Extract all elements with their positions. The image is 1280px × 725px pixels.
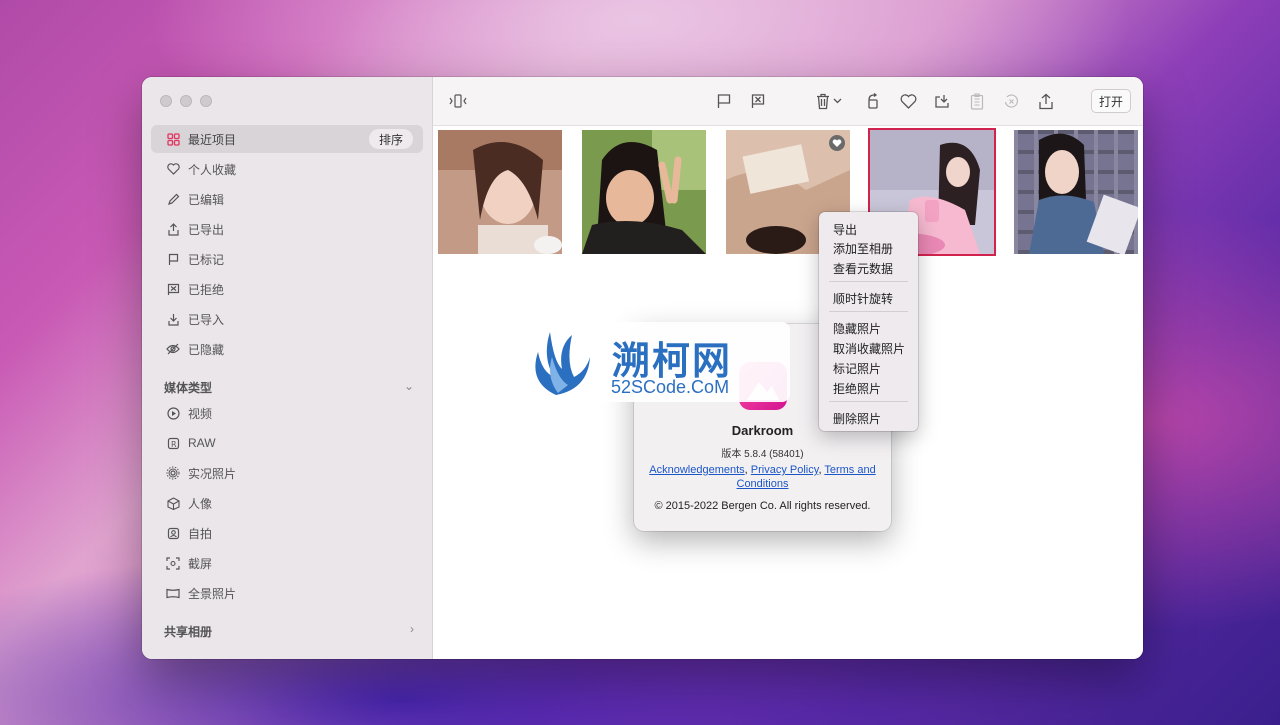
sidebar-item-label: 自拍 <box>188 526 213 541</box>
sidebar-item-favorites[interactable]: 个人收藏 <box>151 155 423 183</box>
menu-item-add-to-album[interactable]: 添加至相册 <box>833 240 893 257</box>
copyright-text: © 2015-2022 Bergen Co. All rights reserv… <box>654 500 871 512</box>
heart-icon[interactable] <box>898 91 918 111</box>
open-button[interactable]: 打开 <box>1090 89 1131 113</box>
window-controls <box>160 95 212 107</box>
menu-item-flag-photo[interactable]: 标记照片 <box>833 360 881 377</box>
import-icon <box>165 311 181 327</box>
sidebar-item-recent[interactable]: 最近项目 排序 <box>151 125 423 153</box>
reject-flag-icon <box>165 281 181 297</box>
sidebar-item-label: 已导入 <box>188 312 225 327</box>
menu-item-view-metadata[interactable]: 查看元数据 <box>833 260 893 277</box>
menu-item-unfavorite[interactable]: 取消收藏照片 <box>833 340 905 357</box>
play-circle-icon <box>165 405 181 421</box>
app-version: 版本 5.8.4 (58401) <box>721 449 804 460</box>
rotate-icon[interactable] <box>863 91 883 111</box>
shared-albums-header[interactable]: 共享相册 <box>164 623 212 640</box>
watermark-subtitle: 52SCode.CoM <box>611 377 730 397</box>
panorama-icon <box>165 585 181 601</box>
sidebar-item-label: 已拒绝 <box>188 282 225 297</box>
grid-icon <box>165 131 181 147</box>
sidebar-item-label: 已标记 <box>188 252 225 267</box>
share-icon[interactable] <box>1036 91 1056 111</box>
menu-item-hide-photo[interactable]: 隐藏照片 <box>833 320 881 337</box>
minimize-window-button[interactable] <box>180 95 192 107</box>
zoom-window-button[interactable] <box>200 95 212 107</box>
photo-thumbnail[interactable] <box>1014 130 1138 254</box>
about-links: Acknowledgements, Privacy Policy, Terms … <box>649 464 876 490</box>
media-types-header[interactable]: 媒体类型 <box>164 379 212 396</box>
chevron-down-icon[interactable]: ⌄ <box>404 379 414 393</box>
heart-icon <box>165 161 181 177</box>
sidebar-item-raw[interactable]: R RAW <box>151 429 423 457</box>
share-icon <box>165 221 181 237</box>
sidebar-item-label: 截屏 <box>188 556 213 571</box>
selfie-icon <box>165 525 181 541</box>
sidebar-item-label: 最近项目 <box>188 132 237 147</box>
sidebar-item-rejected[interactable]: 已拒绝 <box>151 275 423 303</box>
sidebar-item-label: 全景照片 <box>188 586 237 601</box>
cube-icon <box>165 495 181 511</box>
reject-flag-icon[interactable] <box>748 91 768 111</box>
sidebar-item-label: 人像 <box>188 496 213 511</box>
photo-thumbnail[interactable] <box>438 130 562 254</box>
clipboard-icon[interactable] <box>967 91 987 111</box>
sidebar-item-label: 个人收藏 <box>188 162 237 177</box>
sidebar-item-panoramas[interactable]: 全景照片 <box>151 579 423 607</box>
sidebar-item-label: 已导出 <box>188 222 225 237</box>
pencil-icon <box>165 191 181 207</box>
watermark-banner: 溯柯网 52SCode.CoM <box>490 322 790 402</box>
sidebar-item-video[interactable]: 视频 <box>151 399 423 427</box>
photo-thumbnail[interactable] <box>582 130 706 254</box>
close-window-button[interactable] <box>160 95 172 107</box>
privacy-policy-link[interactable]: Privacy Policy <box>751 464 819 476</box>
flag-icon[interactable] <box>714 91 734 111</box>
chevron-right-icon[interactable]: › <box>410 622 414 636</box>
sidebar-item-label: RAW <box>188 436 216 450</box>
toolbar: 打开 <box>433 77 1143 126</box>
sidebar-item-exported[interactable]: 已导出 <box>151 215 423 243</box>
flag-icon <box>165 251 181 267</box>
menu-separator <box>829 311 908 312</box>
acknowledgements-link[interactable]: Acknowledgements <box>649 464 744 476</box>
import-icon[interactable] <box>932 91 952 111</box>
menu-separator <box>829 401 908 402</box>
menu-item-reject-photo[interactable]: 拒绝照片 <box>833 380 881 397</box>
sidebar-item-portrait[interactable]: 人像 <box>151 489 423 517</box>
eye-slash-icon <box>165 341 181 357</box>
trash-icon[interactable] <box>813 91 833 111</box>
sidebar-item-label: 已编辑 <box>188 192 225 207</box>
sidebar-item-flagged[interactable]: 已标记 <box>151 245 423 273</box>
sort-button[interactable]: 排序 <box>368 129 413 149</box>
sidebar-item-label: 实况照片 <box>188 466 237 481</box>
sidebar-item-label: 视频 <box>188 406 213 421</box>
sidebar-item-label: 已隐藏 <box>188 342 225 357</box>
context-menu: 导出 添加至相册 查看元数据 顺时针旋转 隐藏照片 取消收藏照片 标记照片 拒绝… <box>819 212 918 431</box>
chevron-down-icon[interactable] <box>831 91 843 111</box>
svg-text:R: R <box>171 440 177 449</box>
sidebar-item-selfies[interactable]: 自拍 <box>151 519 423 547</box>
menu-item-delete-photo[interactable]: 删除照片 <box>833 410 881 427</box>
live-photo-icon <box>165 465 181 481</box>
menu-item-rotate-clockwise[interactable]: 顺时针旋转 <box>833 290 893 307</box>
screenshot-icon <box>165 555 181 571</box>
revert-icon[interactable] <box>1001 91 1021 111</box>
compare-icon[interactable] <box>448 91 468 111</box>
raw-icon: R <box>165 435 181 451</box>
sidebar-item-edited[interactable]: 已编辑 <box>151 185 423 213</box>
sidebar-item-screenshots[interactable]: 截屏 <box>151 549 423 577</box>
sidebar-item-imported[interactable]: 已导入 <box>151 305 423 333</box>
wing-logo-icon <box>535 332 590 395</box>
sidebar: 最近项目 排序 个人收藏 已编辑 已导出 已标记 已拒绝 已导入 已隐藏 媒体类… <box>142 77 433 659</box>
menu-item-export[interactable]: 导出 <box>833 221 857 238</box>
sidebar-item-hidden[interactable]: 已隐藏 <box>151 335 423 363</box>
menu-separator <box>829 281 908 282</box>
sidebar-item-live-photos[interactable]: 实况照片 <box>151 459 423 487</box>
